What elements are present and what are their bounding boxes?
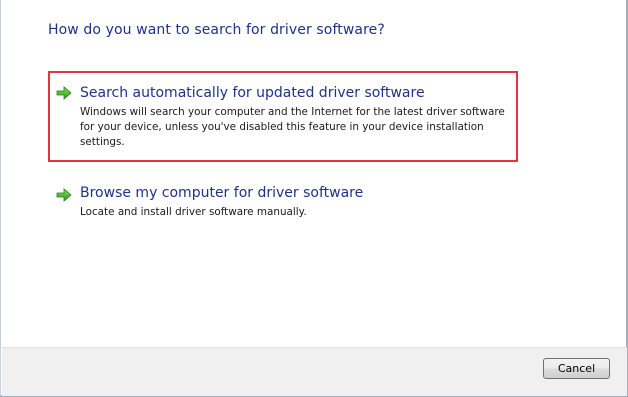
- green-arrow-icon: [56, 86, 72, 100]
- cancel-button[interactable]: Cancel: [543, 358, 610, 379]
- dialog-footer: [2, 347, 627, 396]
- description-line: Locate and install driver software manua…: [80, 206, 307, 218]
- option-title: Browse my computer for driver software: [80, 185, 364, 201]
- description-line: Windows will search your computer and th…: [80, 106, 505, 118]
- option-browse-my-computer[interactable]: Browse my computer for driver software L…: [48, 179, 518, 229]
- option-description: Locate and install driver software manua…: [80, 205, 515, 220]
- description-line: settings.: [80, 136, 125, 148]
- dialog-window: How do you want to search for driver sof…: [0, 0, 628, 397]
- option-title: Search automatically for updated driver …: [80, 85, 425, 101]
- dialog-heading: How do you want to search for driver sof…: [48, 22, 385, 38]
- description-line: for your device, unless you've disabled …: [80, 121, 484, 133]
- option-description: Windows will search your computer and th…: [80, 105, 515, 150]
- green-arrow-icon: [56, 188, 72, 202]
- option-search-automatically[interactable]: Search automatically for updated driver …: [48, 71, 518, 162]
